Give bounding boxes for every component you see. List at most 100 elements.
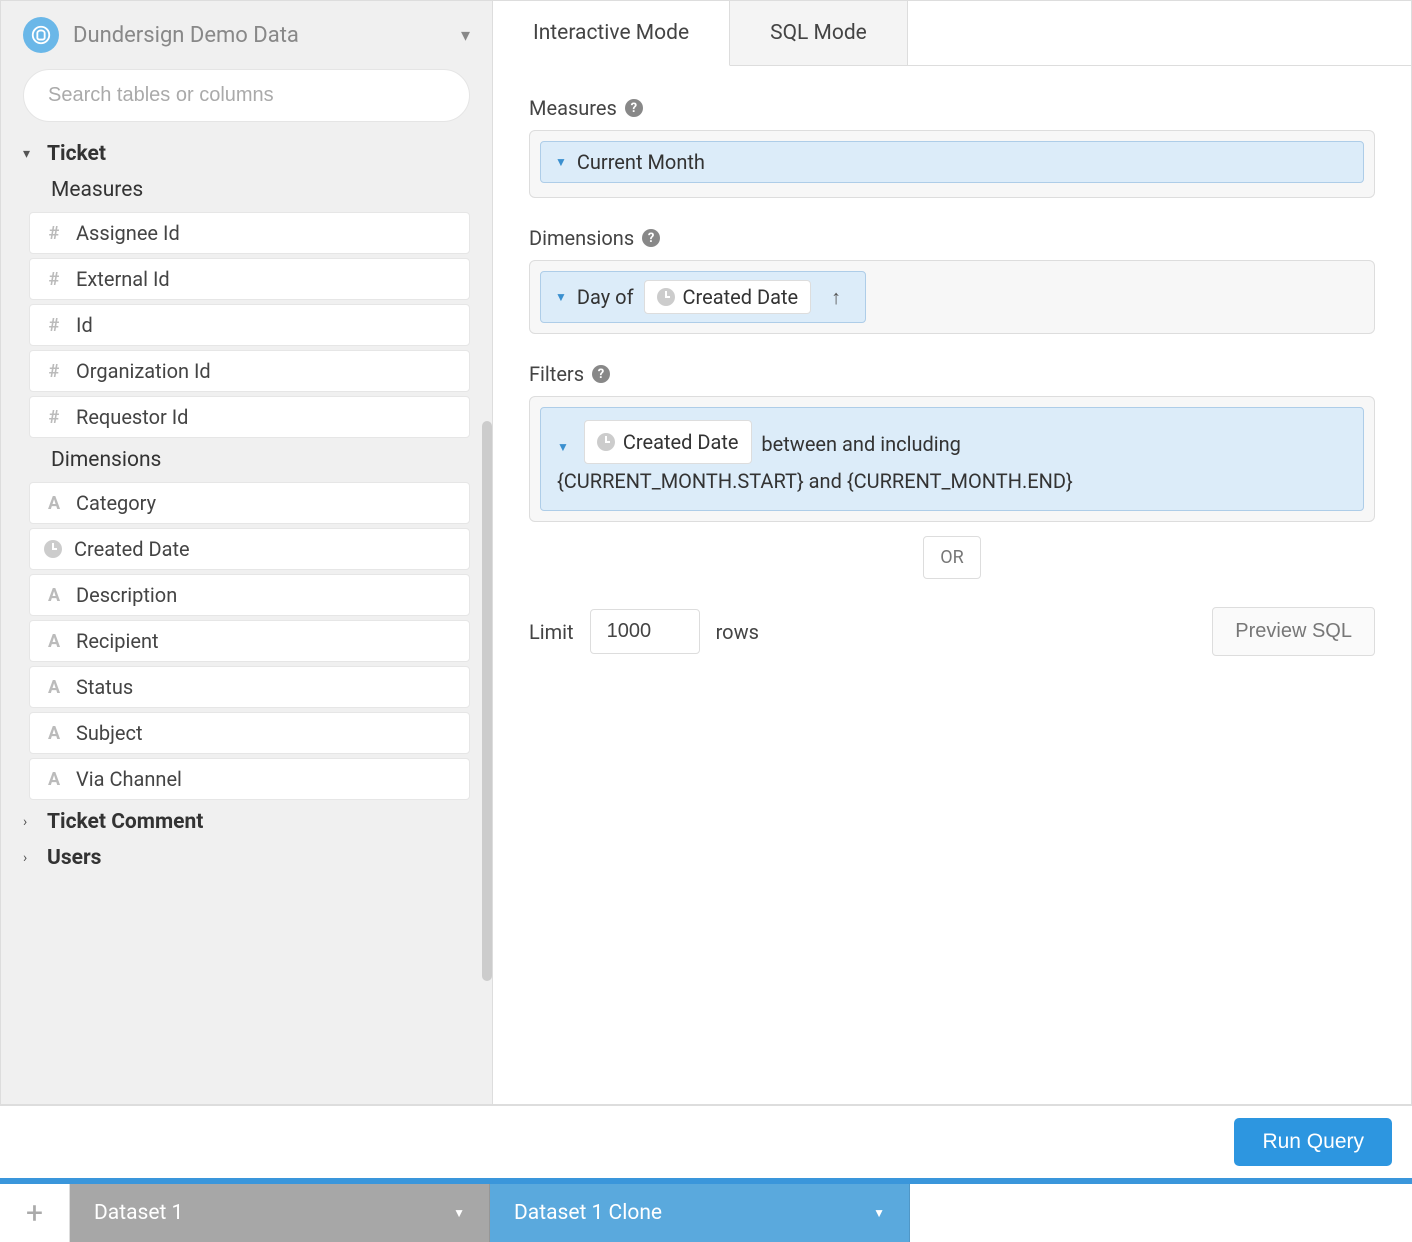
schema-tree: ▾ Ticket Measures # Assignee Id # External…	[1, 136, 492, 1104]
table-label: Ticket Comment	[47, 810, 203, 834]
dataset-tabs: + Dataset 1 ▼ Dataset 1 Clone ▼	[0, 1184, 1412, 1242]
limit-input[interactable]	[590, 609, 700, 654]
field-status[interactable]: A Status	[29, 666, 470, 708]
number-icon: #	[44, 361, 64, 382]
measures-header: Measures	[23, 172, 470, 208]
field-category[interactable]: A Category	[29, 482, 470, 524]
scrollbar[interactable]	[482, 421, 492, 981]
chevron-down-icon: ▼	[555, 290, 567, 304]
table-label: Users	[47, 846, 101, 870]
rows-label: rows	[716, 620, 759, 644]
dataset-tab-label: Dataset 1	[94, 1201, 183, 1225]
field-created-date[interactable]: Created Date	[29, 528, 470, 570]
dimensions-header: Dimensions	[23, 442, 470, 478]
chevron-down-icon: ▾	[461, 25, 470, 46]
text-icon: A	[44, 769, 64, 790]
content-panel: Interactive Mode SQL Mode Measures ? ▼ C…	[493, 1, 1411, 1104]
clock-icon	[657, 288, 675, 306]
run-bar: Run Query	[0, 1105, 1412, 1178]
sidebar: Dundersign Demo Data ▾ ▾ Ticket Measures…	[1, 1, 493, 1104]
table-label: Ticket	[47, 142, 106, 166]
filters-dropzone[interactable]: ▼ Created Date between and including {CU…	[529, 396, 1375, 522]
dataset-tab-1-clone[interactable]: Dataset 1 Clone ▼	[490, 1184, 910, 1242]
text-icon: A	[44, 677, 64, 698]
number-icon: #	[44, 269, 64, 290]
add-dataset-button[interactable]: +	[0, 1184, 70, 1242]
text-icon: A	[44, 585, 64, 606]
chevron-down-icon: ▼	[873, 1206, 885, 1220]
field-label: Requestor Id	[76, 405, 188, 429]
or-button[interactable]: OR	[923, 536, 980, 579]
table-ticket[interactable]: ▾ Ticket	[23, 136, 470, 172]
field-recipient[interactable]: A Recipient	[29, 620, 470, 662]
field-requestor-id[interactable]: # Requestor Id	[29, 396, 470, 438]
filter-values: {CURRENT_MONTH.START} and {CURRENT_MONTH…	[557, 469, 1073, 493]
text-icon: A	[44, 493, 64, 514]
chip-label: Current Month	[577, 150, 705, 174]
filter-chip-created-date[interactable]: ▼ Created Date between and including {CU…	[540, 407, 1364, 511]
dimension-field-label: Created Date	[683, 285, 799, 309]
tab-interactive[interactable]: Interactive Mode	[493, 1, 730, 66]
clock-icon	[44, 540, 62, 558]
help-icon[interactable]: ?	[642, 229, 660, 247]
filters-label: Filters	[529, 362, 584, 386]
field-label: Assignee Id	[76, 221, 180, 245]
field-via-channel[interactable]: A Via Channel	[29, 758, 470, 800]
text-icon: A	[44, 723, 64, 744]
filter-operator: between and including	[761, 432, 960, 456]
chevron-down-icon: ▼	[557, 440, 569, 454]
text-icon: A	[44, 631, 64, 652]
number-icon: #	[44, 407, 64, 428]
field-label: Created Date	[74, 537, 190, 561]
field-label: Via Channel	[76, 767, 182, 791]
table-ticket-comment[interactable]: › Ticket Comment	[23, 804, 470, 840]
sort-asc-icon[interactable]: ↑	[821, 285, 851, 310]
number-icon: #	[44, 315, 64, 336]
mode-tabs: Interactive Mode SQL Mode	[493, 1, 1411, 66]
measures-dropzone[interactable]: ▼ Current Month	[529, 130, 1375, 198]
field-description[interactable]: A Description	[29, 574, 470, 616]
tab-sql[interactable]: SQL Mode	[730, 1, 908, 65]
filter-field-pill: Created Date	[584, 420, 752, 464]
field-label: Organization Id	[76, 359, 211, 383]
chevron-right-icon: ›	[23, 850, 37, 866]
dimension-chip-created-date[interactable]: ▼ Day of Created Date ↑	[540, 271, 866, 323]
dimensions-dropzone[interactable]: ▼ Day of Created Date ↑	[529, 260, 1375, 334]
field-subject[interactable]: A Subject	[29, 712, 470, 754]
field-external-id[interactable]: # External Id	[29, 258, 470, 300]
field-assignee-id[interactable]: # Assignee Id	[29, 212, 470, 254]
dataset-tab-label: Dataset 1 Clone	[514, 1201, 662, 1225]
limit-label: Limit	[529, 620, 574, 644]
field-label: Id	[76, 313, 93, 337]
number-icon: #	[44, 223, 64, 244]
field-label: Description	[76, 583, 177, 607]
clock-icon	[597, 433, 615, 451]
field-label: Recipient	[76, 629, 159, 653]
chevron-down-icon: ▼	[453, 1206, 465, 1220]
measure-chip-current-month[interactable]: ▼ Current Month	[540, 141, 1364, 183]
measures-label: Measures	[529, 96, 617, 120]
dimension-prefix: Day of	[577, 285, 634, 309]
dimensions-label: Dimensions	[529, 226, 634, 250]
chevron-down-icon: ▾	[23, 146, 37, 162]
field-label: External Id	[76, 267, 170, 291]
elephant-icon	[23, 17, 59, 53]
help-icon[interactable]: ?	[592, 365, 610, 383]
field-label: Subject	[76, 721, 143, 745]
datasource-name: Dundersign Demo Data	[73, 23, 447, 48]
filter-field-label: Created Date	[623, 425, 739, 459]
chevron-down-icon: ▼	[555, 155, 567, 169]
field-label: Category	[76, 491, 156, 515]
dataset-tab-1[interactable]: Dataset 1 ▼	[70, 1184, 490, 1242]
datasource-selector[interactable]: Dundersign Demo Data ▾	[1, 1, 492, 69]
run-query-button[interactable]: Run Query	[1234, 1118, 1392, 1166]
dimension-field-pill: Created Date	[644, 280, 812, 314]
help-icon[interactable]: ?	[625, 99, 643, 117]
chevron-right-icon: ›	[23, 814, 37, 830]
preview-sql-button[interactable]: Preview SQL	[1212, 607, 1375, 656]
field-label: Status	[76, 675, 133, 699]
table-users[interactable]: › Users	[23, 840, 470, 876]
field-id[interactable]: # Id	[29, 304, 470, 346]
field-organization-id[interactable]: # Organization Id	[29, 350, 470, 392]
search-input[interactable]	[23, 69, 470, 122]
